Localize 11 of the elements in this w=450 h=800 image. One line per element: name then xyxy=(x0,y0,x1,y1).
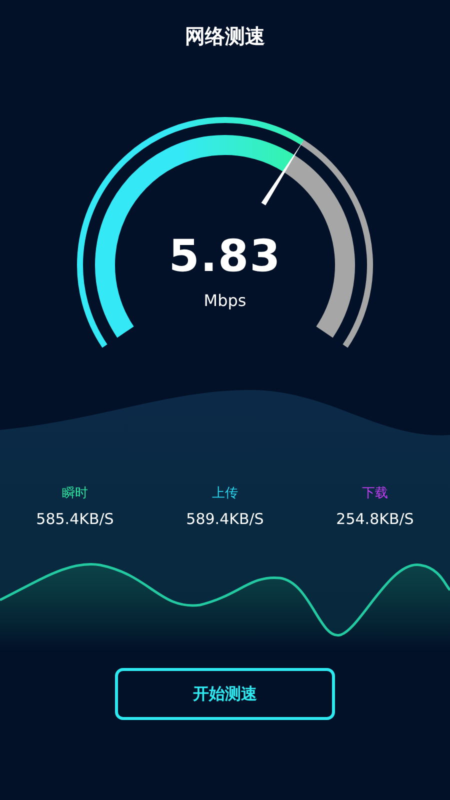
start-test-button[interactable]: 开始测速 xyxy=(115,668,335,720)
stat-label: 上传 xyxy=(212,485,238,502)
gauge-needle xyxy=(261,140,304,206)
speed-unit: Mbps xyxy=(204,291,246,310)
stat-value: 254.8KB/S xyxy=(336,510,414,528)
stat-label: 瞬时 xyxy=(62,485,88,502)
speed-value: 5.83 xyxy=(168,235,282,279)
stat-label: 下载 xyxy=(362,485,388,502)
stat-value: 585.4KB/S xyxy=(36,510,114,528)
stat-value: 589.4KB/S xyxy=(186,510,264,528)
page-title: 网络测速 xyxy=(185,22,265,50)
